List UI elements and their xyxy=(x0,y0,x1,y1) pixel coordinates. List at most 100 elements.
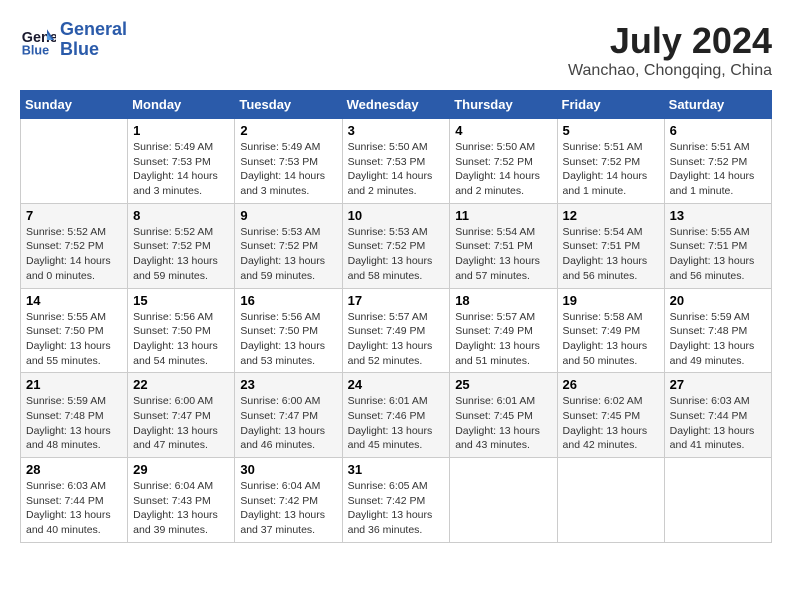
title-block: July 2024 Wanchao, Chongqing, China xyxy=(568,20,772,80)
day-number: 23 xyxy=(240,377,336,392)
calendar-cell: 12 Sunrise: 5:54 AM Sunset: 7:51 PM Dayli… xyxy=(557,203,664,288)
day-info: Sunrise: 5:54 AM Sunset: 7:51 PM Dayligh… xyxy=(455,225,551,284)
calendar-cell xyxy=(450,458,557,543)
calendar-cell: 19Sunrise: 5:58 AM Sunset: 7:49 PM Dayli… xyxy=(557,288,664,373)
calendar-cell: 28 Sunrise: 6:03 AM Sunset: 7:44 PM Dayli… xyxy=(21,458,128,543)
day-info: Sunrise: 5:53 AM Sunset: 7:52 PM Dayligh… xyxy=(348,225,445,284)
day-info: Sunrise: 5:53 AM Sunset: 7:52 PM Dayligh… xyxy=(240,225,336,284)
calendar-cell: 29 Sunrise: 6:04 AM Sunset: 7:43 PM Dayli… xyxy=(128,458,235,543)
calendar-week-5: 28 Sunrise: 6:03 AM Sunset: 7:44 PM Dayli… xyxy=(21,458,772,543)
day-info: Sunrise: 5:50 AM Sunset: 7:52 PM Dayligh… xyxy=(455,140,551,199)
day-info: Sunrise: 6:02 AM Sunset: 7:45 PM Dayligh… xyxy=(563,394,659,453)
calendar-cell: 23 Sunrise: 6:00 AM Sunset: 7:47 PM Dayli… xyxy=(235,373,342,458)
day-number: 2 xyxy=(240,123,336,138)
day-number: 4 xyxy=(455,123,551,138)
calendar-cell: 17 Sunrise: 5:57 AM Sunset: 7:49 PM Dayli… xyxy=(342,288,450,373)
day-info: Sunrise: 5:49 AM Sunset: 7:53 PM Dayligh… xyxy=(240,140,336,199)
calendar-cell xyxy=(664,458,771,543)
day-info: Sunrise: 5:56 AM Sunset: 7:50 PM Dayligh… xyxy=(133,310,229,369)
day-info: Sunrise: 5:52 AM Sunset: 7:52 PM Dayligh… xyxy=(133,225,229,284)
day-info: Sunrise: 6:03 AM Sunset: 7:44 PM Dayligh… xyxy=(670,394,766,453)
calendar-week-3: 14Sunrise: 5:55 AM Sunset: 7:50 PM Dayli… xyxy=(21,288,772,373)
calendar-cell: 11 Sunrise: 5:54 AM Sunset: 7:51 PM Dayli… xyxy=(450,203,557,288)
calendar-cell: 25Sunrise: 6:01 AM Sunset: 7:45 PM Dayli… xyxy=(450,373,557,458)
calendar-week-4: 21 Sunrise: 5:59 AM Sunset: 7:48 PM Dayli… xyxy=(21,373,772,458)
day-info: Sunrise: 5:59 AM Sunset: 7:48 PM Dayligh… xyxy=(670,310,766,369)
day-info: Sunrise: 6:00 AM Sunset: 7:47 PM Dayligh… xyxy=(240,394,336,453)
calendar-cell: 1 Sunrise: 5:49 AM Sunset: 7:53 PM Daylig… xyxy=(128,119,235,204)
day-number: 16 xyxy=(240,293,336,308)
weekday-header-saturday: Saturday xyxy=(664,91,771,119)
day-number: 6 xyxy=(670,123,766,138)
day-info: Sunrise: 5:57 AM Sunset: 7:49 PM Dayligh… xyxy=(348,310,445,369)
calendar-cell: 30Sunrise: 6:04 AM Sunset: 7:42 PM Dayli… xyxy=(235,458,342,543)
calendar-week-2: 7 Sunrise: 5:52 AM Sunset: 7:52 PM Daylig… xyxy=(21,203,772,288)
day-number: 1 xyxy=(133,123,229,138)
day-number: 18 xyxy=(455,293,551,308)
calendar-cell: 16Sunrise: 5:56 AM Sunset: 7:50 PM Dayli… xyxy=(235,288,342,373)
logo: General Blue General Blue xyxy=(20,20,127,60)
page-header: General Blue General Blue July 2024 Wanc… xyxy=(20,20,772,80)
calendar-cell: 18 Sunrise: 5:57 AM Sunset: 7:49 PM Dayli… xyxy=(450,288,557,373)
calendar-cell: 20Sunrise: 5:59 AM Sunset: 7:48 PM Dayli… xyxy=(664,288,771,373)
calendar-week-1: 1 Sunrise: 5:49 AM Sunset: 7:53 PM Daylig… xyxy=(21,119,772,204)
day-number: 14 xyxy=(26,293,122,308)
calendar-cell xyxy=(21,119,128,204)
calendar-header: SundayMondayTuesdayWednesdayThursdayFrid… xyxy=(21,91,772,119)
calendar-cell: 4 Sunrise: 5:50 AM Sunset: 7:52 PM Daylig… xyxy=(450,119,557,204)
day-number: 24 xyxy=(348,377,445,392)
calendar-cell: 21 Sunrise: 5:59 AM Sunset: 7:48 PM Dayli… xyxy=(21,373,128,458)
day-info: Sunrise: 5:51 AM Sunset: 7:52 PM Dayligh… xyxy=(563,140,659,199)
day-number: 30 xyxy=(240,462,336,477)
day-info: Sunrise: 6:01 AM Sunset: 7:46 PM Dayligh… xyxy=(348,394,445,453)
day-number: 9 xyxy=(240,208,336,223)
calendar-cell: 5Sunrise: 5:51 AM Sunset: 7:52 PM Daylig… xyxy=(557,119,664,204)
day-info: Sunrise: 5:59 AM Sunset: 7:48 PM Dayligh… xyxy=(26,394,122,453)
calendar-cell: 31Sunrise: 6:05 AM Sunset: 7:42 PM Dayli… xyxy=(342,458,450,543)
calendar-cell: 27 Sunrise: 6:03 AM Sunset: 7:44 PM Dayli… xyxy=(664,373,771,458)
day-info: Sunrise: 5:55 AM Sunset: 7:51 PM Dayligh… xyxy=(670,225,766,284)
day-number: 29 xyxy=(133,462,229,477)
month-title: July 2024 xyxy=(568,20,772,62)
calendar-cell: 14Sunrise: 5:55 AM Sunset: 7:50 PM Dayli… xyxy=(21,288,128,373)
calendar-cell: 24 Sunrise: 6:01 AM Sunset: 7:46 PM Dayli… xyxy=(342,373,450,458)
day-number: 27 xyxy=(670,377,766,392)
day-number: 11 xyxy=(455,208,551,223)
day-number: 21 xyxy=(26,377,122,392)
svg-text:Blue: Blue xyxy=(22,43,49,57)
day-number: 12 xyxy=(563,208,659,223)
weekday-header-friday: Friday xyxy=(557,91,664,119)
day-number: 28 xyxy=(26,462,122,477)
location-title: Wanchao, Chongqing, China xyxy=(568,62,772,80)
day-number: 13 xyxy=(670,208,766,223)
weekday-header-thursday: Thursday xyxy=(450,91,557,119)
day-info: Sunrise: 6:00 AM Sunset: 7:47 PM Dayligh… xyxy=(133,394,229,453)
weekday-header-tuesday: Tuesday xyxy=(235,91,342,119)
calendar-cell: 3Sunrise: 5:50 AM Sunset: 7:53 PM Daylig… xyxy=(342,119,450,204)
calendar-cell: 15Sunrise: 5:56 AM Sunset: 7:50 PM Dayli… xyxy=(128,288,235,373)
day-info: Sunrise: 6:04 AM Sunset: 7:43 PM Dayligh… xyxy=(133,479,229,538)
day-info: Sunrise: 5:58 AM Sunset: 7:49 PM Dayligh… xyxy=(563,310,659,369)
day-info: Sunrise: 5:49 AM Sunset: 7:53 PM Dayligh… xyxy=(133,140,229,199)
calendar-cell: 10Sunrise: 5:53 AM Sunset: 7:52 PM Dayli… xyxy=(342,203,450,288)
day-number: 17 xyxy=(348,293,445,308)
day-info: Sunrise: 5:54 AM Sunset: 7:51 PM Dayligh… xyxy=(563,225,659,284)
day-number: 22 xyxy=(133,377,229,392)
day-number: 7 xyxy=(26,208,122,223)
day-number: 8 xyxy=(133,208,229,223)
day-info: Sunrise: 6:03 AM Sunset: 7:44 PM Dayligh… xyxy=(26,479,122,538)
day-info: Sunrise: 6:05 AM Sunset: 7:42 PM Dayligh… xyxy=(348,479,445,538)
weekday-header-wednesday: Wednesday xyxy=(342,91,450,119)
day-number: 3 xyxy=(348,123,445,138)
calendar-cell: 13 Sunrise: 5:55 AM Sunset: 7:51 PM Dayli… xyxy=(664,203,771,288)
day-info: Sunrise: 5:57 AM Sunset: 7:49 PM Dayligh… xyxy=(455,310,551,369)
day-info: Sunrise: 6:01 AM Sunset: 7:45 PM Dayligh… xyxy=(455,394,551,453)
weekday-header-monday: Monday xyxy=(128,91,235,119)
day-info: Sunrise: 5:52 AM Sunset: 7:52 PM Dayligh… xyxy=(26,225,122,284)
calendar-cell: 2 Sunrise: 5:49 AM Sunset: 7:53 PM Daylig… xyxy=(235,119,342,204)
day-info: Sunrise: 5:51 AM Sunset: 7:52 PM Dayligh… xyxy=(670,140,766,199)
calendar-cell: 26Sunrise: 6:02 AM Sunset: 7:45 PM Dayli… xyxy=(557,373,664,458)
weekday-header-sunday: Sunday xyxy=(21,91,128,119)
calendar-cell: 8 Sunrise: 5:52 AM Sunset: 7:52 PM Daylig… xyxy=(128,203,235,288)
calendar-cell: 9 Sunrise: 5:53 AM Sunset: 7:52 PM Daylig… xyxy=(235,203,342,288)
